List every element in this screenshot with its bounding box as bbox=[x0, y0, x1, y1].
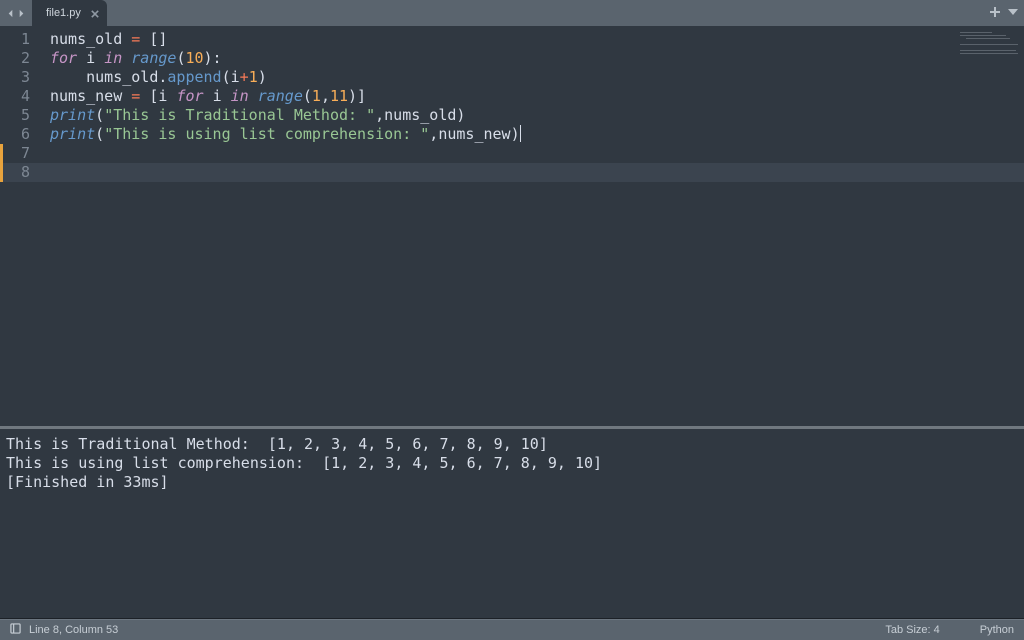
cursor-position[interactable]: Line 8, Column 53 bbox=[29, 624, 118, 636]
code-line[interactable]: nums_old.append(i+1) bbox=[40, 68, 1024, 87]
line-number: 6 bbox=[0, 125, 40, 144]
code-line[interactable]: nums_old = [] bbox=[40, 30, 1024, 49]
text-cursor bbox=[520, 125, 522, 142]
code-line[interactable]: nums_new = [i for i in range(1,11)] bbox=[40, 87, 1024, 106]
tab-filename: file1.py bbox=[46, 7, 81, 19]
nav-back-icon[interactable] bbox=[6, 9, 15, 18]
line-number: 1 bbox=[0, 30, 40, 49]
new-tab-icon[interactable] bbox=[990, 6, 1000, 21]
tab-bar-controls bbox=[990, 0, 1018, 26]
line-number: 3 bbox=[0, 68, 40, 87]
code-line[interactable]: for i in range(10): bbox=[40, 49, 1024, 68]
gutter: 12345678 bbox=[0, 26, 40, 426]
line-number: 4 bbox=[0, 87, 40, 106]
line-number: 8 bbox=[0, 163, 40, 182]
line-number: 7 bbox=[0, 144, 40, 163]
tab-history-nav bbox=[0, 0, 32, 26]
code-line[interactable]: print("This is Traditional Method: ",num… bbox=[40, 106, 1024, 125]
language-label[interactable]: Python bbox=[980, 624, 1014, 636]
output-console: This is Traditional Method: [1, 2, 3, 4,… bbox=[0, 429, 1024, 619]
tab-file1[interactable]: file1.py bbox=[32, 0, 107, 26]
code-area[interactable]: nums_old = []for i in range(10): nums_ol… bbox=[40, 26, 1024, 426]
line-number: 5 bbox=[0, 106, 40, 125]
nav-forward-icon[interactable] bbox=[17, 9, 26, 18]
status-bar: Line 8, Column 53 Tab Size: 4 Python bbox=[0, 619, 1024, 640]
line-number: 2 bbox=[0, 49, 40, 68]
tabs-menu-icon[interactable] bbox=[1008, 6, 1018, 21]
tab-bar: file1.py bbox=[0, 0, 1024, 26]
code-line[interactable]: print("This is using list comprehension:… bbox=[40, 125, 1024, 144]
close-icon[interactable] bbox=[91, 9, 99, 17]
editor[interactable]: 12345678 nums_old = []for i in range(10)… bbox=[0, 26, 1024, 426]
panel-toggle-icon[interactable] bbox=[10, 623, 21, 637]
tab-size-label[interactable]: Tab Size: 4 bbox=[885, 624, 939, 636]
